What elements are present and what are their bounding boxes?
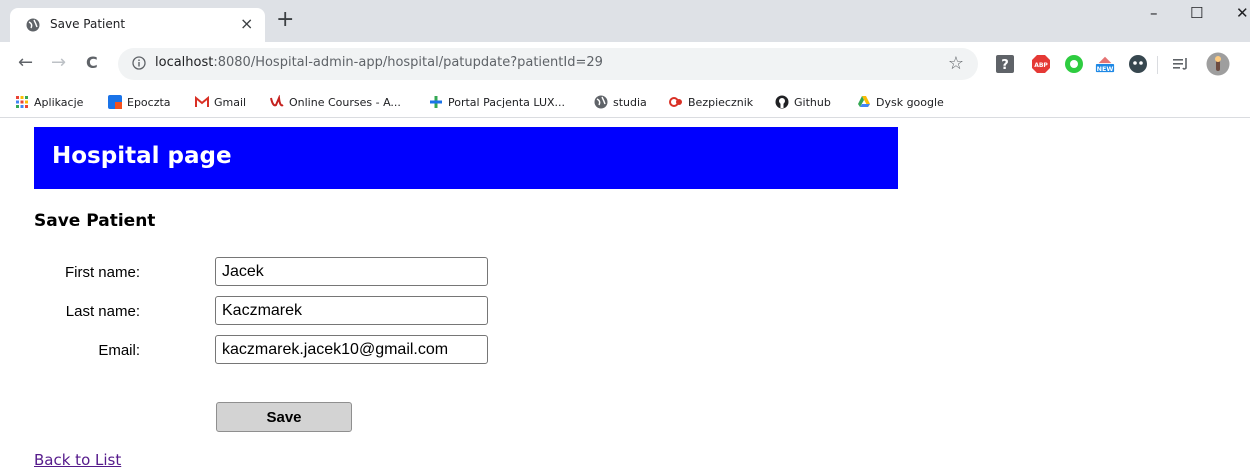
drive-icon [858,96,870,107]
last-name-input[interactable] [215,296,488,325]
bookmark-label: Portal Pacjenta LUX... [448,96,566,109]
last-name-label: Last name: [65,303,140,320]
header-title: Hospital page [52,143,232,169]
bookmark-dysk-google[interactable]: Dysk google [857,95,944,113]
bookmark-github[interactable]: Github [775,95,831,113]
bookmark-label: Bezpiecznik [688,96,754,109]
page-title: Save Patient [34,211,156,231]
tab-close-icon[interactable]: × [240,14,253,33]
bookmark-bezpiecznik[interactable]: Bezpiecznik [669,95,753,113]
minimize-button[interactable]: – [1150,4,1158,22]
new-tab-button[interactable]: + [276,9,294,31]
browser-tabstrip: Save Patient × + – ☐ ✕ [0,0,1250,42]
page-header: Hospital page [34,127,898,189]
reload-button[interactable]: C [86,54,98,72]
address-url: localhost:8080/Hospital-admin-app/hospit… [155,55,603,70]
help-extension-icon[interactable]: ? [995,54,1015,74]
bookmark-portal-pacjenta[interactable]: Portal Pacjenta LUX... [429,95,565,113]
bookmark-label: Aplikacje [34,96,84,109]
gmail-icon [195,95,209,107]
maximize-button[interactable]: ☐ [1190,4,1203,22]
reading-list-icon[interactable] [1171,54,1191,74]
browser-tab[interactable]: Save Patient × [10,8,265,42]
profile-avatar[interactable] [1206,52,1230,76]
globe-icon [26,18,40,32]
url-path: :8080/Hospital-admin-app/hospital/patupd… [213,55,603,70]
globe-icon [594,95,608,109]
bookmark-gmail[interactable]: Gmail [195,95,246,113]
adblock-icon[interactable]: ABP [1031,54,1051,74]
svg-text:?: ? [1001,58,1009,73]
close-window-button[interactable]: ✕ [1236,4,1249,22]
url-host: localhost [155,55,214,70]
info-icon[interactable] [132,56,146,70]
bookmark-label: Online Courses - A... [289,96,401,109]
bookmark-online-courses[interactable]: Online Courses - A... [270,95,401,113]
bookmark-label: studia [613,96,647,109]
bookmark-label: Gmail [214,96,247,109]
epoczta-icon [108,95,122,109]
svg-text:NEW: NEW [1097,66,1114,73]
bookmark-studia[interactable]: studia [594,95,647,113]
first-name-label: First name: [64,264,140,281]
bookmark-star-icon[interactable]: ☆ [948,53,964,74]
address-bar[interactable]: localhost:8080/Hospital-admin-app/hospit… [118,48,978,80]
apps-grid-icon [16,96,28,108]
back-button[interactable]: ← [18,54,33,72]
github-icon [775,95,789,109]
bezpiecznik-icon [669,97,682,107]
email-label: Email: [98,342,140,359]
first-name-input[interactable] [215,257,488,286]
portal-icon [430,96,442,108]
bookmark-aplikacje[interactable]: Aplikacje [15,95,83,113]
forward-button[interactable]: → [51,54,66,72]
email-input[interactable] [215,335,488,364]
bookmark-label: Dysk google [876,96,944,109]
svg-text:ABP: ABP [1034,62,1048,69]
back-to-list-link[interactable]: Back to List [34,451,121,469]
ghostery-icon[interactable] [1128,54,1148,74]
green-extension-icon[interactable] [1064,54,1084,74]
save-button[interactable]: Save [216,402,352,432]
bookmarks-bar: Aplikacje Epoczta Gmail Online Courses -… [0,88,1250,118]
bookmark-label: Github [794,96,831,109]
tab-title: Save Patient [50,17,126,31]
courses-icon [270,95,284,107]
bookmark-label: Epoczta [127,96,171,109]
new-extension-icon[interactable]: NEW [1095,54,1115,74]
bookmark-epoczta[interactable]: Epoczta [108,95,171,113]
toolbar-separator [1157,56,1158,74]
browser-toolbar: ← → C localhost:8080/Hospital-admin-app/… [0,42,1250,88]
